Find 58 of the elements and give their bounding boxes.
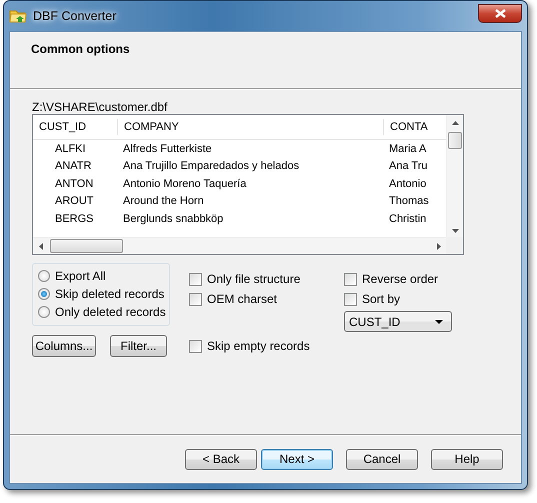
- button[interactable]: Columns...: [32, 335, 96, 357]
- table-cell-text: Antonio: [388, 176, 428, 192]
- radio-button[interactable]: [38, 270, 50, 282]
- checkbox[interactable]: [344, 272, 357, 286]
- table-cell-text: BERGS: [54, 212, 95, 226]
- column-header[interactable]: CUST_ID: [33, 118, 117, 136]
- table-cell-text: Thomas: [388, 194, 430, 209]
- table-cell-text: ANATR: [54, 159, 92, 174]
- table-cell-text: Ana Trujillo Emparedados y helados: [122, 159, 300, 174]
- checkbox-label[interactable]: Sort by: [362, 290, 400, 308]
- dropdown-arrow-icon[interactable]: [435, 320, 443, 324]
- scroll-right-icon[interactable]: [437, 243, 441, 250]
- page-heading: Common options: [31, 41, 131, 58]
- button[interactable]: Help: [431, 448, 503, 470]
- sort-dropdown[interactable]: CUST_ID: [344, 311, 452, 332]
- dropdown-value: CUST_ID: [349, 314, 400, 330]
- radio-label[interactable]: Export All: [55, 267, 106, 285]
- checkbox-label[interactable]: Reverse order: [362, 270, 438, 288]
- scroll-thumb[interactable]: [50, 239, 123, 253]
- table-cell-text: AROUT: [54, 194, 94, 209]
- vertical-scrollbar[interactable]: [446, 115, 463, 239]
- file-path: Z:\VSHARE\customer.dbf: [32, 99, 168, 114]
- scroll-down-icon[interactable]: [452, 229, 459, 233]
- table-cell-text: ALFKI: [54, 142, 87, 156]
- button[interactable]: Cancel: [346, 448, 418, 470]
- close-button[interactable]: [478, 4, 522, 22]
- button[interactable]: < Back: [185, 448, 257, 470]
- checkbox-label[interactable]: OEM charset: [207, 290, 278, 308]
- button[interactable]: Next >: [261, 448, 333, 470]
- table-cell-text: Ana Tru: [388, 159, 429, 174]
- checkbox[interactable]: [189, 272, 202, 286]
- scrollbar-corner: [446, 237, 463, 254]
- table-cell-text: Christin: [388, 212, 428, 226]
- table-cell-text: Alfreds Futterkiste: [122, 142, 213, 156]
- close-icon: [494, 8, 506, 18]
- window-title: DBF Converter: [33, 8, 116, 25]
- table-cell-text: Berglunds snabbköp: [122, 212, 224, 226]
- checkbox[interactable]: [344, 292, 357, 306]
- folder-icon: [9, 8, 27, 24]
- radio-label[interactable]: Skip deleted records: [55, 285, 164, 303]
- column-header[interactable]: COMPANY: [117, 118, 383, 136]
- radio-button[interactable]: [38, 288, 50, 300]
- radio-label[interactable]: Only deleted records: [55, 303, 166, 321]
- radio-button[interactable]: [38, 306, 50, 318]
- table-cell-text: Antonio Moreno Taquería: [122, 176, 248, 192]
- scroll-left-icon[interactable]: [39, 243, 43, 250]
- scroll-thumb[interactable]: [448, 132, 462, 149]
- button[interactable]: Filter...: [110, 335, 167, 357]
- table-cell-text: Around the Horn: [122, 194, 205, 209]
- table-cell-text: ANTON: [54, 176, 94, 192]
- checkbox-label[interactable]: Skip empty records: [207, 337, 310, 355]
- table-cell-text: Maria A: [388, 142, 428, 156]
- checkbox-label[interactable]: Only file structure: [207, 270, 300, 288]
- checkbox[interactable]: [189, 292, 202, 306]
- horizontal-scrollbar[interactable]: [33, 237, 447, 254]
- scroll-up-icon[interactable]: [452, 121, 459, 125]
- checkbox[interactable]: [189, 340, 202, 352]
- column-header[interactable]: CONTA: [383, 118, 443, 136]
